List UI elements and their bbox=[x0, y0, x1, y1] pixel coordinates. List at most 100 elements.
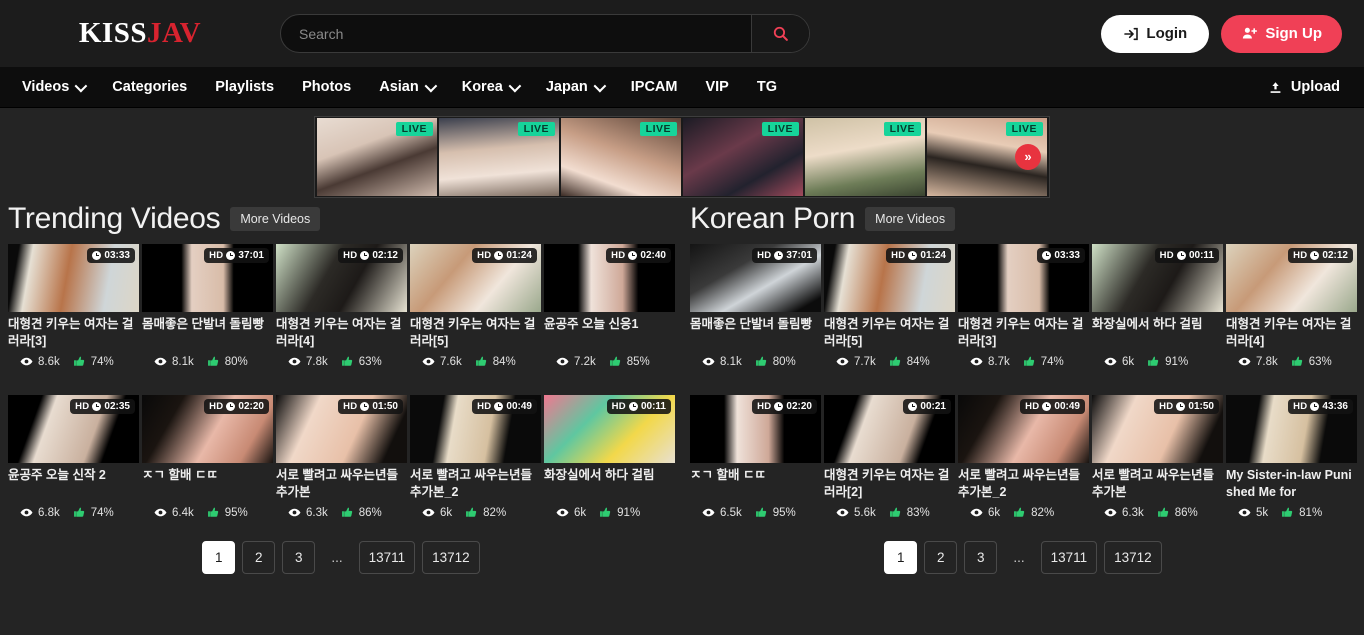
nav-item-asian[interactable]: Asian bbox=[365, 67, 448, 107]
nav-item-tg[interactable]: TG bbox=[743, 67, 791, 107]
live-cam-thumbnail[interactable]: LIVE bbox=[317, 117, 437, 196]
video-title[interactable]: ㅈㄱ 할배 ㄷㄸ bbox=[142, 467, 273, 501]
nav-item-videos[interactable]: Videos bbox=[16, 67, 98, 107]
video-title[interactable]: My Sister-in-law Punished Me for bbox=[1226, 467, 1357, 501]
live-cam-thumbnail[interactable]: LIVE bbox=[683, 117, 803, 196]
video-card[interactable]: HD 01:24 대형견 키우는 여자는 걸러라[5] 7.7k 84% bbox=[824, 244, 955, 368]
video-grid-row: 03:33 대형견 키우는 여자는 걸러라[3] 8.6k 74% HD 37:01 몸매좋… bbox=[8, 244, 675, 368]
video-card[interactable]: HD 01:50 서로 빨려고 싸우는년들 추가본 6.3k 86% bbox=[1092, 395, 1223, 519]
signup-button[interactable]: Sign Up bbox=[1221, 14, 1342, 53]
video-card[interactable]: HD 02:12 대형견 키우는 여자는 걸러라[4] 7.8k 63% bbox=[1226, 244, 1357, 368]
nav-item-korea[interactable]: Korea bbox=[448, 67, 532, 107]
video-thumbnail[interactable]: HD 00:11 bbox=[544, 395, 675, 463]
video-card[interactable]: 00:21 대형견 키우는 여자는 걸러라[2] 5.6k 83% bbox=[824, 395, 955, 519]
more-videos-button[interactable]: More Videos bbox=[865, 207, 956, 231]
video-card[interactable]: HD 37:01 몸매좋은 단발녀 돌림빵 8.1k 80% bbox=[142, 244, 273, 368]
video-thumbnail[interactable]: 03:33 bbox=[958, 244, 1089, 312]
video-thumbnail[interactable]: HD 02:20 bbox=[142, 395, 273, 463]
live-cam-thumbnail[interactable]: LIVE bbox=[805, 117, 925, 196]
pagination-page-13712[interactable]: 13712 bbox=[1104, 541, 1162, 574]
pagination-page-2[interactable]: 2 bbox=[924, 541, 958, 574]
video-card[interactable]: 03:33 대형견 키우는 여자는 걸러라[3] 8.7k 74% bbox=[958, 244, 1089, 368]
video-title[interactable]: 서로 빨려고 싸우는년들 추가본_2 bbox=[958, 467, 1089, 501]
video-card[interactable]: HD 01:50 서로 빨려고 싸우는년들 추가본 6.3k 86% bbox=[276, 395, 407, 519]
pagination-page-13711[interactable]: 13711 bbox=[1040, 541, 1098, 574]
live-cam-thumbnail[interactable]: LIVE bbox=[439, 117, 559, 196]
video-card[interactable]: HD 02:20 ㅈㄱ 할배 ㄷㄸ 6.5k 95% bbox=[690, 395, 821, 519]
video-title[interactable]: 화장실에서 하다 걸림 bbox=[1092, 316, 1223, 350]
video-card[interactable]: HD 02:35 윤공주 오늘 신작 2 6.8k 74% bbox=[8, 395, 139, 519]
search-bar[interactable] bbox=[280, 14, 810, 53]
video-title[interactable]: 대형견 키우는 여자는 걸러라[2] bbox=[824, 467, 955, 501]
pagination-page-1[interactable]: 1 bbox=[884, 541, 918, 574]
video-title[interactable]: 대형견 키우는 여자는 걸러라[3] bbox=[958, 316, 1089, 350]
video-title[interactable]: 몸매좋은 단발녀 돌림빵 bbox=[142, 316, 273, 350]
nav-item-playlists[interactable]: Playlists bbox=[201, 67, 288, 107]
video-card[interactable]: HD 00:49 서로 빨려고 싸우는년들 추가본_2 6k 82% bbox=[958, 395, 1089, 519]
video-card[interactable]: HD 00:11 화장실에서 하다 걸림 6k 91% bbox=[544, 395, 675, 519]
nav-item-japan[interactable]: Japan bbox=[532, 67, 617, 107]
video-thumbnail[interactable]: HD 37:01 bbox=[690, 244, 821, 312]
video-card[interactable]: 03:33 대형견 키우는 여자는 걸러라[3] 8.6k 74% bbox=[8, 244, 139, 368]
pagination-page-13711[interactable]: 13711 bbox=[358, 541, 416, 574]
live-cams-next-button[interactable]: » bbox=[1015, 143, 1041, 170]
video-thumbnail[interactable]: 00:21 bbox=[824, 395, 955, 463]
video-title[interactable]: 서로 빨려고 싸우는년들 추가본 bbox=[276, 467, 407, 501]
video-title[interactable]: 대형견 키우는 여자는 걸러라[4] bbox=[1226, 316, 1357, 350]
video-thumbnail[interactable]: HD 02:12 bbox=[1226, 244, 1357, 312]
search-icon bbox=[773, 26, 788, 41]
login-button[interactable]: Login bbox=[1101, 14, 1210, 53]
video-title[interactable]: 서로 빨려고 싸우는년들 추가본 bbox=[1092, 467, 1223, 501]
video-thumbnail[interactable]: HD 00:49 bbox=[958, 395, 1089, 463]
clock-icon bbox=[628, 251, 638, 260]
upload-button[interactable]: Upload bbox=[1268, 79, 1352, 95]
duration-text: 02:40 bbox=[640, 250, 666, 261]
pagination-page-3[interactable]: 3 bbox=[964, 541, 998, 574]
nav-item-ipcam[interactable]: IPCAM bbox=[617, 67, 692, 107]
content-column: Korean Porn More Videos HD 37:01 몸매좋은 단발녀 돌림… bbox=[682, 200, 1364, 574]
video-title[interactable]: 윤공주 오늘 신응1 bbox=[544, 316, 675, 350]
video-thumbnail[interactable]: HD 02:12 bbox=[276, 244, 407, 312]
video-thumbnail[interactable]: HD 02:20 bbox=[690, 395, 821, 463]
video-title[interactable]: 대형견 키우는 여자는 걸러라[5] bbox=[410, 316, 541, 350]
more-videos-button[interactable]: More Videos bbox=[230, 207, 321, 231]
video-thumbnail[interactable]: 03:33 bbox=[8, 244, 139, 312]
video-title[interactable]: 화장실에서 하다 걸림 bbox=[544, 467, 675, 501]
video-thumbnail[interactable]: HD 43:36 bbox=[1226, 395, 1357, 463]
video-thumbnail[interactable]: HD 00:49 bbox=[410, 395, 541, 463]
nav-item-categories[interactable]: Categories bbox=[98, 67, 201, 107]
video-thumbnail[interactable]: HD 01:50 bbox=[276, 395, 407, 463]
search-input[interactable] bbox=[281, 15, 751, 52]
video-thumbnail[interactable]: HD 00:11 bbox=[1092, 244, 1223, 312]
video-title[interactable]: 서로 빨려고 싸우는년들 추가본_2 bbox=[410, 467, 541, 501]
pagination-page-13712[interactable]: 13712 bbox=[422, 541, 480, 574]
video-title[interactable]: 윤공주 오늘 신작 2 bbox=[8, 467, 139, 501]
video-card[interactable]: HD 02:20 ㅈㄱ 할배 ㄷㄸ 6.4k 95% bbox=[142, 395, 273, 519]
video-thumbnail[interactable]: HD 02:40 bbox=[544, 244, 675, 312]
video-card[interactable]: HD 02:40 윤공주 오늘 신응1 7.2k 85% bbox=[544, 244, 675, 368]
video-title[interactable]: 몸매좋은 단발녀 돌림빵 bbox=[690, 316, 821, 350]
video-thumbnail[interactable]: HD 01:24 bbox=[410, 244, 541, 312]
video-card[interactable]: HD 02:12 대형견 키우는 여자는 걸러라[4] 7.8k 63% bbox=[276, 244, 407, 368]
video-title[interactable]: 대형견 키우는 여자는 걸러라[3] bbox=[8, 316, 139, 350]
video-title[interactable]: 대형견 키우는 여자는 걸러라[4] bbox=[276, 316, 407, 350]
video-title[interactable]: 대형견 키우는 여자는 걸러라[5] bbox=[824, 316, 955, 350]
video-thumbnail[interactable]: HD 01:24 bbox=[824, 244, 955, 312]
pagination-page-1[interactable]: 1 bbox=[202, 541, 236, 574]
video-card[interactable]: HD 01:24 대형견 키우는 여자는 걸러라[5] 7.6k 84% bbox=[410, 244, 541, 368]
video-title[interactable]: ㅈㄱ 할배 ㄷㄸ bbox=[690, 467, 821, 501]
video-thumbnail[interactable]: HD 37:01 bbox=[142, 244, 273, 312]
site-logo[interactable]: KISSJAV bbox=[0, 17, 280, 50]
video-thumbnail[interactable]: HD 01:50 bbox=[1092, 395, 1223, 463]
video-card[interactable]: HD 37:01 몸매좋은 단발녀 돌림빵 8.1k 80% bbox=[690, 244, 821, 368]
nav-item-vip[interactable]: VIP bbox=[691, 67, 742, 107]
pagination-page-3[interactable]: 3 bbox=[282, 541, 316, 574]
video-card[interactable]: HD 00:11 화장실에서 하다 걸림 6k 91% bbox=[1092, 244, 1223, 368]
search-button[interactable] bbox=[751, 15, 809, 52]
pagination-page-2[interactable]: 2 bbox=[242, 541, 276, 574]
live-cam-thumbnail[interactable]: LIVE bbox=[561, 117, 681, 196]
video-card[interactable]: HD 43:36 My Sister-in-law Punished Me for 5… bbox=[1226, 395, 1357, 519]
nav-item-photos[interactable]: Photos bbox=[288, 67, 365, 107]
video-card[interactable]: HD 00:49 서로 빨려고 싸우는년들 추가본_2 6k 82% bbox=[410, 395, 541, 519]
video-thumbnail[interactable]: HD 02:35 bbox=[8, 395, 139, 463]
